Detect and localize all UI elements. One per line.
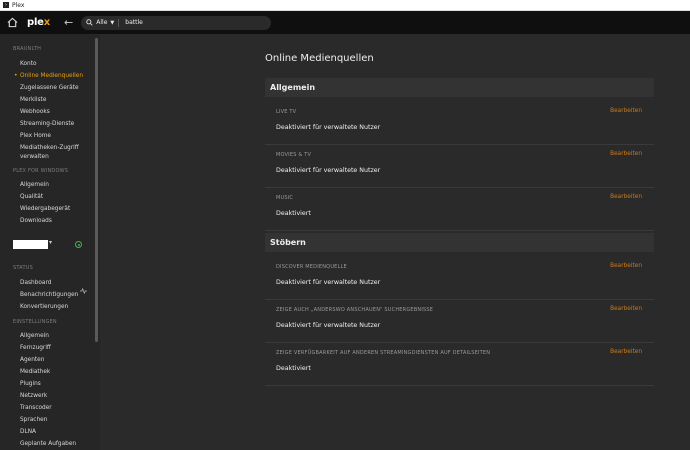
window-title: Plex — [12, 1, 25, 9]
edit-live-tv-button[interactable]: Bearbeiten — [610, 108, 642, 114]
sidebar-item-webhooks[interactable]: Webhooks — [20, 109, 50, 115]
sidebar-item-geplante-aufgaben[interactable]: Geplante Aufgaben — [20, 441, 76, 447]
setting-value: Deaktiviert für verwaltete Nutzer — [276, 167, 381, 174]
sidebar-item-mediatheken-zugriff-line2[interactable]: verwalten — [20, 154, 49, 160]
settings-sidebar: BRAUNLTH Konto • Online Medienquellen Zu… — [0, 34, 100, 450]
setting-value: Deaktiviert — [276, 365, 311, 372]
setting-label: DISCOVER MEDIENQUELLE — [276, 264, 347, 270]
section-status: STATUS — [13, 265, 33, 271]
setting-label: LIVE TV — [276, 109, 297, 115]
setting-value: Deaktiviert — [276, 210, 311, 217]
sidebar-item-zugelassene-geraete[interactable]: Zugelassene Geräte — [20, 85, 79, 91]
search-bar[interactable]: Alle ▼ battle — [81, 15, 272, 30]
setting-row-verfuegbarkeit: ZEIGE VERFÜGBARKEIT AUF ANDEREN STREAMIN… — [265, 342, 654, 386]
plex-app-icon: › — [3, 2, 9, 8]
sidebar-item-dlna[interactable]: DLNA — [20, 429, 36, 435]
setting-label: MOVIES & TV — [276, 152, 312, 158]
sidebar-item-mediathek[interactable]: Mediathek — [20, 369, 50, 375]
active-dot-icon: • — [14, 72, 18, 79]
top-navigation-bar: plex ← Alle ▼ battle — [0, 11, 690, 34]
activity-pulse-icon — [80, 279, 87, 298]
sidebar-item-sprachen[interactable]: Sprachen — [20, 417, 47, 423]
setting-row-music: MUSIC Deaktiviert Bearbeiten — [265, 187, 654, 231]
sidebar-item-allgemein-settings[interactable]: Allgemein — [20, 333, 49, 339]
section-browser: BRAUNLTH — [13, 46, 42, 52]
group-header-allgemein: Allgemein — [265, 78, 654, 97]
section-einstellungen: EINSTELLUNGEN — [13, 319, 57, 325]
sidebar-item-plex-home[interactable]: Plex Home — [20, 133, 51, 139]
search-scope-dropdown[interactable]: Alle — [96, 19, 107, 26]
sidebar-item-wiedergabegeraet[interactable]: Wiedergabegerät — [20, 206, 70, 212]
page-title: Online Medienquellen — [265, 53, 374, 64]
setting-label: ZEIGE VERFÜGBARKEIT AUF ANDEREN STREAMIN… — [276, 350, 491, 356]
setting-value: Deaktiviert für verwaltete Nutzer — [276, 124, 381, 131]
setting-value: Deaktiviert für verwaltete Nutzer — [276, 279, 381, 286]
setting-row-anderswo-anschauen: ZEIGE AUCH „ANDERSWO ANSCHAUEN" SUCHERGE… — [265, 299, 654, 343]
sidebar-item-qualitaet[interactable]: Qualität — [20, 194, 43, 200]
setting-row-live-tv: LIVE TV Deaktiviert für verwaltete Nutze… — [265, 101, 654, 145]
window-titlebar: › Plex — [0, 0, 690, 11]
sidebar-item-benachrichtigungen[interactable]: Benachrichtigungen — [20, 292, 78, 298]
sidebar-item-konto[interactable]: Konto — [20, 61, 37, 67]
main-content: Online Medienquellen Allgemein LIVE TV D… — [100, 34, 690, 450]
sidebar-item-online-medienquellen[interactable]: Online Medienquellen — [20, 73, 83, 79]
sidebar-item-agenten[interactable]: Agenten — [20, 357, 44, 363]
search-input[interactable]: battle — [125, 19, 143, 26]
sidebar-item-dashboard[interactable]: Dashboard — [20, 280, 51, 286]
server-status-icon — [75, 241, 82, 248]
sidebar-item-streaming-dienste[interactable]: Streaming-Dienste — [20, 121, 74, 127]
setting-value: Deaktiviert für verwaltete Nutzer — [276, 322, 381, 329]
sidebar-item-allgemein-windows[interactable]: Allgemein — [20, 182, 49, 188]
sidebar-item-downloads[interactable]: Downloads — [20, 218, 52, 224]
chevron-down-icon[interactable]: ▼ — [110, 20, 114, 26]
edit-verfuegbarkeit-button[interactable]: Bearbeiten — [610, 349, 642, 355]
plex-logo[interactable]: plex — [27, 17, 50, 28]
sidebar-item-fernzugriff[interactable]: Fernzugriff — [20, 345, 51, 351]
section-plex-for-windows: PLEX FOR WINDOWS — [13, 168, 69, 174]
sidebar-item-transcoder[interactable]: Transcoder — [20, 405, 52, 411]
sidebar-item-merkliste[interactable]: Merkliste — [20, 97, 46, 103]
server-selector[interactable] — [13, 240, 48, 249]
setting-label: MUSIC — [276, 195, 294, 201]
sidebar-item-netzwerk[interactable]: Netzwerk — [20, 393, 47, 399]
sidebar-scrollbar[interactable] — [95, 38, 98, 342]
edit-anderswo-anschauen-button[interactable]: Bearbeiten — [610, 306, 642, 312]
setting-label: ZEIGE AUCH „ANDERSWO ANSCHAUEN" SUCHERGE… — [276, 307, 434, 313]
search-icon — [86, 19, 93, 26]
sidebar-item-konvertierungen[interactable]: Konvertierungen — [20, 304, 68, 310]
home-icon[interactable] — [6, 16, 19, 29]
sidebar-item-mediatheken-zugriff[interactable]: Mediatheken-Zugriff — [20, 145, 79, 151]
sidebar-item-plugins[interactable]: Plugins — [20, 381, 41, 387]
back-arrow-icon[interactable]: ← — [64, 16, 73, 29]
edit-discover-button[interactable]: Bearbeiten — [610, 263, 642, 269]
edit-movies-tv-button[interactable]: Bearbeiten — [610, 151, 642, 157]
chevron-down-icon[interactable]: ▾ — [49, 239, 52, 246]
setting-row-movies-tv: MOVIES & TV Deaktiviert für verwaltete N… — [265, 144, 654, 188]
setting-row-discover: DISCOVER MEDIENQUELLE Deaktiviert für ve… — [265, 256, 654, 300]
group-header-stoebern: Stöbern — [265, 233, 654, 252]
edit-music-button[interactable]: Bearbeiten — [610, 194, 642, 200]
